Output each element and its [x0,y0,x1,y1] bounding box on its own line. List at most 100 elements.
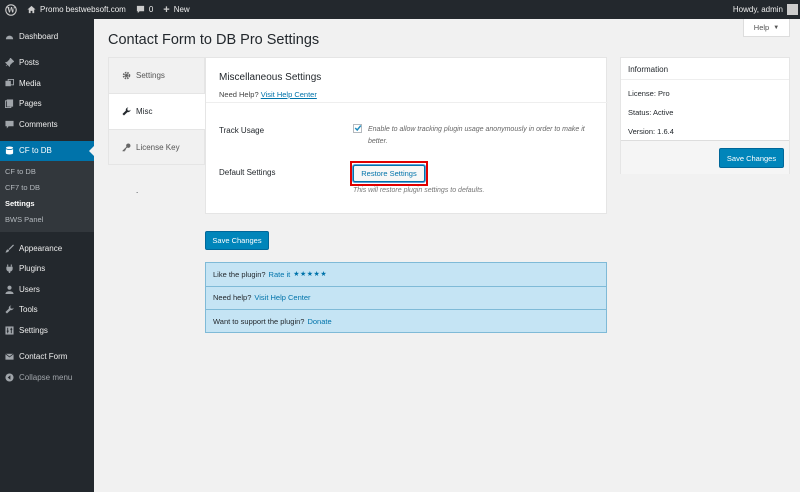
sidebar-item-label: Tools [19,305,38,315]
need-help-line: Need Help? Visit Help Center [219,90,317,99]
tab-misc[interactable]: Misc [108,93,206,129]
sidebar-item-label: CF to DB [19,146,52,156]
svg-text:W: W [6,5,15,14]
sidebar-item-label: Users [19,284,40,294]
new-content-link[interactable]: + New [158,0,194,19]
key-icon [122,143,131,152]
chevron-down-icon: ▼ [773,24,780,31]
new-label: New [173,5,190,14]
rate-plugin-row: Like the plugin? Rate it ★★★★★ [206,263,606,287]
sidebar-item-tools[interactable]: Tools [0,300,94,321]
sidebar-item-posts[interactable]: Posts [0,53,94,74]
sidebar-item-appearance[interactable]: Appearance [0,238,94,259]
sidebar-item-label: Plugins [19,264,46,274]
collapse-menu-button[interactable]: Collapse menu [0,367,94,388]
sidebar-item-comments[interactable]: Comments [0,114,94,135]
sidebar-item-label: Media [19,78,41,88]
submenu-item-cf-to-db[interactable]: CF to DB [0,164,94,180]
dashboard-icon [5,32,14,41]
site-name-link[interactable]: Promo bestwebsoft.com [22,0,131,19]
sidebar-item-label: Comments [19,119,58,129]
license-text: License: Pro [628,89,670,98]
plugin-promo-box: Like the plugin? Rate it ★★★★★ Need help… [205,262,607,333]
sidebar-item-contact-form[interactable]: Contact Form [0,347,94,368]
comment-icon [5,120,14,129]
sidebar-item-users[interactable]: Users [0,279,94,300]
sidebar-item-label: Posts [19,58,40,68]
information-box: Information License: Pro Status: Active … [620,57,790,174]
settings-icon [5,326,14,335]
mail-icon [5,352,14,361]
sidebar-item-label: Collapse menu [19,372,73,382]
checkmark-icon [354,124,362,134]
default-settings-label: Default Settings [219,168,276,177]
donate-link[interactable]: Donate [307,317,331,326]
tab-label: Settings [136,71,165,80]
comments-link[interactable]: 0 [131,0,158,19]
tabs-dot-text: . [136,186,139,195]
comment-bubble-icon [136,5,145,14]
howdy-text: Howdy, admin [732,5,783,14]
my-account-link[interactable]: Howdy, admin [728,0,800,19]
panel-heading: Miscellaneous Settings [219,72,322,83]
cf-to-db-submenu: CF to DB CF7 to DB Settings BWS Panel [0,161,94,232]
site-name: Promo bestwebsoft.com [40,5,126,14]
status-text: Status: Active [628,108,674,117]
rate-prefix: Like the plugin? [213,269,266,279]
help-prefix: Need help? [213,293,252,303]
submenu-item-cf7-to-db[interactable]: CF7 to DB [0,180,94,196]
rate-it-link[interactable]: Rate it [269,270,291,279]
version-text: Version: 1.6.4 [628,127,674,136]
sidebar-item-label: Settings [19,325,48,335]
user-icon [5,285,14,294]
track-usage-checkbox[interactable] [353,124,362,133]
wrench-icon [5,305,14,314]
promo-help-center-link[interactable]: Visit Help Center [254,293,310,302]
tab-label: Misc [136,107,153,116]
tab-label: License Key [136,142,180,152]
wrench-icon [122,107,131,116]
home-icon [27,5,36,14]
plus-icon: + [163,3,170,16]
gear-icon [122,71,131,80]
save-changes-button[interactable]: Save Changes [205,231,269,250]
restore-settings-button[interactable]: Restore Settings [353,165,425,182]
tab-settings[interactable]: Settings [108,57,205,93]
sidebar-item-plugins[interactable]: Plugins [0,259,94,280]
visit-help-center-link[interactable]: Visit Help Center [261,90,317,99]
help-tab-button[interactable]: Help ▼ [743,19,790,37]
sidebar-item-label: Contact Form [19,352,68,362]
track-usage-description: Enable to allow tracking plugin usage an… [368,126,585,145]
track-usage-label: Track Usage [219,126,265,135]
information-title: Information [621,58,789,80]
tab-license-key[interactable]: License Key [108,129,205,165]
sidebar-item-dashboard[interactable]: Dashboard [0,26,94,47]
database-icon [5,146,14,155]
rating-stars-icon[interactable]: ★★★★★ [293,270,327,278]
sidebar-item-media[interactable]: Media [0,73,94,94]
submenu-item-bws-panel[interactable]: BWS Panel [0,212,94,228]
sidebar-item-pages[interactable]: Pages [0,94,94,115]
page-title: Contact Form to DB Pro Settings [108,32,320,48]
misc-settings-panel: Miscellaneous Settings Need Help? Visit … [205,57,608,214]
pin-icon [5,58,14,68]
avatar [787,4,798,15]
sidebar-item-cf-to-db[interactable]: CF to DB [0,140,94,161]
sidebar-item-label: Appearance [19,243,63,253]
need-help-row: Need help? Visit Help Center [206,287,606,310]
admin-sidebar: Dashboard Posts Media Pages Comments CF … [0,19,94,492]
submenu-item-settings[interactable]: Settings [0,196,94,212]
sidebar-save-changes-button[interactable]: Save Changes [719,148,784,168]
wordpress-logo-icon[interactable]: W [0,0,22,19]
information-footer: Save Changes [621,140,789,174]
restore-settings-description: This will restore plugin settings to def… [353,187,485,194]
sidebar-item-label: Dashboard [19,31,59,41]
page-icon [5,99,14,109]
help-label: Help [753,23,770,32]
need-help-prefix: Need Help? [219,90,259,99]
donate-prefix: Want to support the plugin? [213,317,305,327]
divider [206,102,608,103]
plug-icon [5,264,14,274]
sidebar-item-settings[interactable]: Settings [0,320,94,341]
media-icon [5,78,14,88]
